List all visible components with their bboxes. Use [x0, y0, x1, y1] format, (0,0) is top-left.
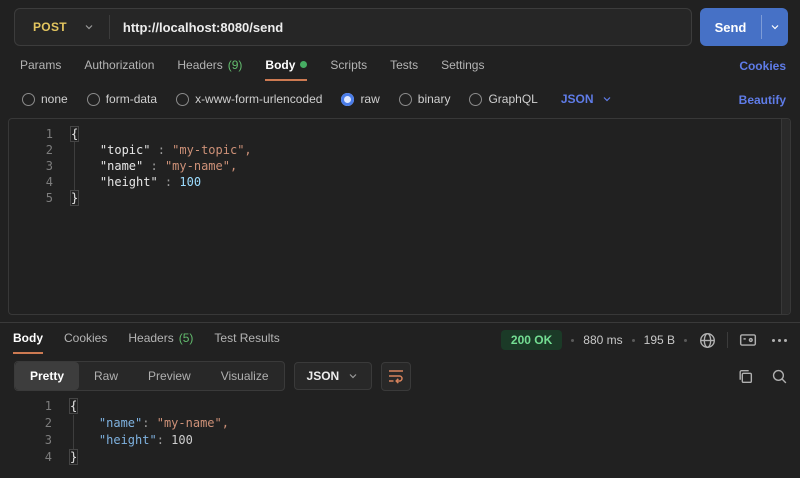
globe-icon: [699, 332, 716, 349]
response-format-select[interactable]: JSON: [294, 362, 373, 390]
response-meta: 200 OK 880 ms 195 B: [501, 329, 790, 351]
body-type-raw[interactable]: raw: [341, 92, 379, 106]
status-badge: 200 OK: [501, 330, 562, 350]
code-line: 5}: [9, 190, 790, 206]
response-tab-body[interactable]: Body: [13, 331, 43, 354]
code-line: 4 "height" : 100: [9, 174, 790, 190]
body-type-graphql[interactable]: GraphQL: [469, 92, 537, 106]
code-line: 2 "name": "my-name",: [8, 415, 791, 432]
view-tab-visualize[interactable]: Visualize: [206, 362, 284, 390]
section-divider: [0, 322, 800, 323]
view-tab-raw[interactable]: Raw: [79, 362, 133, 390]
response-size: 195 B: [644, 333, 675, 347]
save-response-icon: [739, 331, 757, 349]
body-type-form-data[interactable]: form-data: [87, 92, 157, 106]
radio-icon: [176, 93, 189, 106]
modified-dot-icon: [300, 61, 307, 68]
response-tab-headers[interactable]: Headers(5): [128, 331, 193, 354]
view-tab-preview[interactable]: Preview: [133, 362, 206, 390]
chevron-down-icon: [83, 21, 95, 33]
format-label: JSON: [307, 369, 340, 383]
code-line: 1{: [9, 126, 790, 142]
api-client-window: POST http://localhost:8080/send Send Par…: [0, 0, 800, 478]
code-line: 1{: [8, 398, 791, 415]
more-options-button[interactable]: [768, 329, 790, 351]
save-response-button[interactable]: [737, 329, 759, 351]
method-selector[interactable]: POST: [15, 20, 109, 34]
beautify-link[interactable]: Beautify: [739, 93, 786, 107]
search-icon: [771, 368, 788, 385]
code-line: 4}: [8, 449, 791, 466]
wrap-text-button[interactable]: [381, 362, 411, 391]
code-line: 3 "height": 100: [8, 432, 791, 449]
radio-icon: [22, 93, 35, 106]
radio-icon: [87, 93, 100, 106]
separator-dot: [632, 339, 635, 342]
response-tab-cookies[interactable]: Cookies: [64, 331, 107, 354]
tab-scripts[interactable]: Scripts: [330, 58, 367, 81]
response-toolbar: PrettyRawPreviewVisualize JSON: [14, 361, 790, 391]
wrap-text-icon: [388, 368, 404, 384]
radio-icon: [341, 93, 354, 106]
separator-dot: [571, 339, 574, 342]
divider: [727, 332, 728, 348]
body-type-x-www-form-urlencoded[interactable]: x-www-form-urlencoded: [176, 92, 322, 106]
body-type-none[interactable]: none: [22, 92, 68, 106]
response-tabs: Body Cookies Headers(5) Test Results: [13, 331, 280, 354]
radio-icon: [469, 93, 482, 106]
body-type-row: none form-data x-www-form-urlencoded raw bin…: [22, 92, 613, 106]
tab-headers[interactable]: Headers(9): [177, 58, 242, 81]
response-time: 880 ms: [583, 333, 622, 347]
method-label: POST: [33, 20, 67, 34]
send-button-label: Send: [700, 20, 761, 35]
code-line: 2 "topic" : "my-topic",: [9, 142, 790, 158]
raw-language-select[interactable]: JSON: [561, 92, 613, 106]
chevron-down-icon: [769, 21, 781, 33]
tab-body[interactable]: Body: [265, 58, 307, 81]
radio-icon: [399, 93, 412, 106]
tab-tests[interactable]: Tests: [390, 58, 418, 81]
request-url-bar[interactable]: POST http://localhost:8080/send: [14, 8, 692, 46]
request-tabs: Params Authorization Headers(9) Body Scripts…: [20, 58, 484, 81]
tab-settings[interactable]: Settings: [441, 58, 484, 81]
request-url-row: POST http://localhost:8080/send Send: [0, 8, 800, 46]
url-input[interactable]: http://localhost:8080/send: [110, 20, 283, 35]
editor-scrollbar[interactable]: [781, 119, 790, 314]
copy-response-button[interactable]: [734, 365, 756, 387]
chevron-down-icon: [347, 370, 359, 382]
response-toolbar-right: [734, 365, 790, 387]
response-tab-test-results[interactable]: Test Results: [214, 331, 279, 354]
request-body-editor[interactable]: 1{2 "topic" : "my-topic",3 "name" : "my-…: [8, 118, 791, 315]
separator-dot: [684, 339, 687, 342]
search-response-button[interactable]: [768, 365, 790, 387]
send-button[interactable]: Send: [700, 8, 788, 46]
cookies-link[interactable]: Cookies: [739, 59, 786, 73]
body-type-binary[interactable]: binary: [399, 92, 451, 106]
copy-icon: [737, 368, 754, 385]
send-options-button[interactable]: [762, 21, 788, 33]
view-tab-pretty[interactable]: Pretty: [15, 362, 79, 390]
response-body-editor[interactable]: 1{2 "name": "my-name",3 "height": 1004}: [8, 394, 791, 474]
network-info-button[interactable]: [696, 329, 718, 351]
code-line: 3 "name" : "my-name",: [9, 158, 790, 174]
chevron-down-icon: [601, 93, 613, 105]
tab-params[interactable]: Params: [20, 58, 61, 81]
response-view-tabs: PrettyRawPreviewVisualize: [14, 361, 285, 391]
tab-authorization[interactable]: Authorization: [84, 58, 154, 81]
